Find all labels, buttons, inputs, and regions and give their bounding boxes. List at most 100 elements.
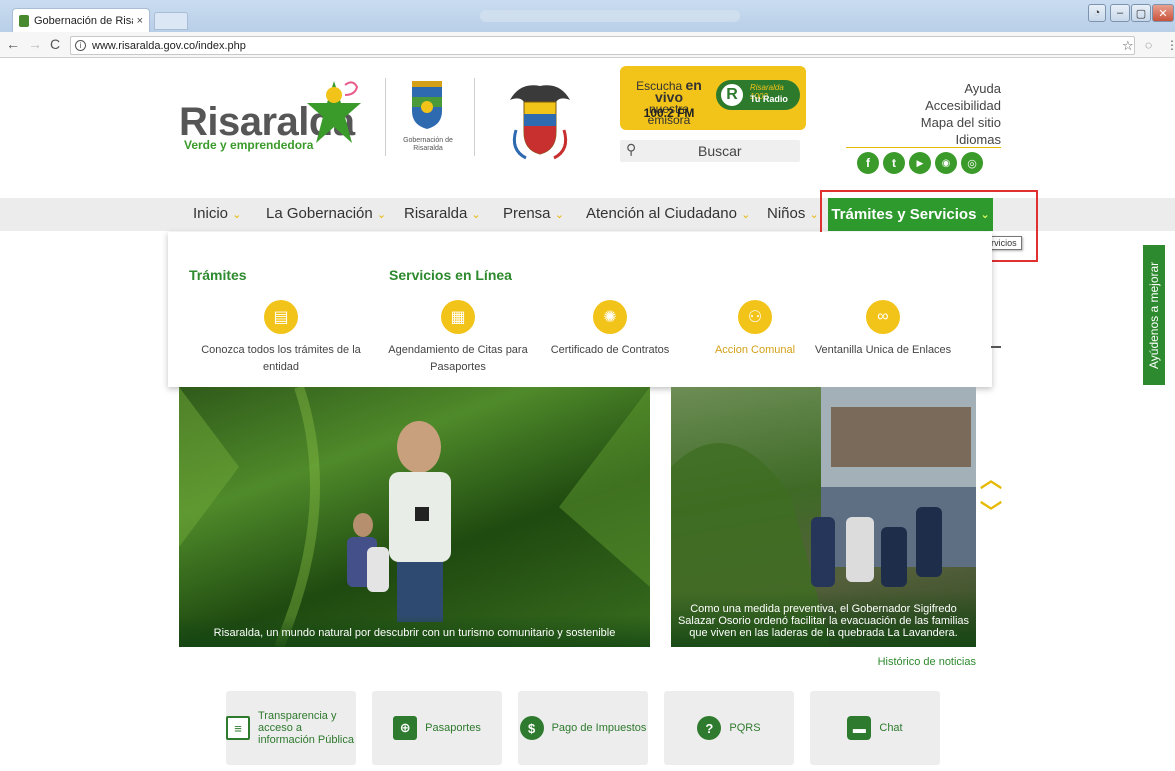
- menu-icon[interactable]: ⋮: [1166, 38, 1175, 52]
- sitemap-link[interactable]: Mapa del sitio: [921, 114, 1001, 131]
- tile-chat[interactable]: ▬ Chat: [810, 691, 940, 765]
- radio-banner[interactable]: Escucha en vivo nuestra emisora 100.2 FM…: [620, 66, 806, 130]
- minimize-button[interactable]: –: [1110, 4, 1130, 22]
- chevron-down-icon: ⌄: [232, 209, 242, 221]
- chevron-down-icon: ⌄: [376, 209, 387, 221]
- nav-atencion-al-ciudadano[interactable]: Atención al Ciudadano ⌄: [586, 205, 750, 222]
- bookmark-star-icon[interactable]: ☆: [1122, 38, 1134, 54]
- back-icon[interactable]: ←: [6, 36, 20, 52]
- nav-ninos[interactable]: Niños ⌄: [767, 205, 819, 222]
- chevron-down-icon: ⌄: [809, 209, 819, 221]
- radio-brand-tagline: Tu Radio: [750, 94, 788, 104]
- facebook-icon[interactable]: f: [857, 152, 879, 174]
- service-tramites-entidad[interactable]: ▤ Conozca todos los trámites de la entid…: [186, 300, 376, 376]
- tile-label: Pasaportes: [425, 722, 481, 734]
- nav-ninos-label: Niños: [767, 205, 806, 222]
- tile-label: PQRS: [729, 722, 761, 734]
- news-image-1[interactable]: Risaralda, un mundo natural por descubri…: [179, 387, 650, 647]
- tile-pago-impuestos[interactable]: $ Pago de Impuestos: [518, 691, 648, 765]
- forward-icon[interactable]: →: [28, 36, 42, 52]
- news-image-2[interactable]: Como una medida preventiva, el Gobernado…: [671, 387, 976, 647]
- dollar-icon: $: [519, 716, 544, 740]
- extension-icon[interactable]: ◌: [1145, 38, 1152, 52]
- logo-slogan: Verde y emprendedora: [184, 138, 314, 152]
- youtube-icon[interactable]: ▶: [909, 152, 931, 174]
- search-placeholder: Buscar: [698, 143, 742, 159]
- news-caption-1: Risaralda, un mundo natural por descubri…: [179, 615, 650, 647]
- nav-risaralda[interactable]: Risaralda ⌄: [404, 205, 481, 222]
- chevron-down-icon: ⌄: [554, 209, 564, 221]
- languages-link[interactable]: Idiomas: [921, 131, 1001, 148]
- user-icon[interactable]: ◔: [1088, 4, 1106, 22]
- mega-heading-servicios: Servicios en Línea: [389, 267, 512, 283]
- tab-close-icon[interactable]: ×: [137, 15, 143, 27]
- calendar-icon: ▦: [441, 300, 475, 334]
- utility-divider: [846, 147, 1001, 148]
- jungle-photo-1: [179, 387, 650, 647]
- nav-inicio-label: Inicio: [193, 205, 229, 222]
- twitter-icon[interactable]: t: [883, 152, 905, 174]
- news-caption-2: Como una medida preventiva, el Gobernado…: [671, 591, 976, 647]
- search-box[interactable]: ⚲ Buscar: [620, 140, 800, 162]
- maximize-button[interactable]: ▢: [1131, 4, 1151, 22]
- department-label: Gobernación de Risaralda: [403, 137, 453, 152]
- tile-pqrs[interactable]: ? PQRS: [664, 691, 794, 765]
- national-coat-of-arms-icon: [510, 85, 570, 160]
- nav-prensa[interactable]: Prensa ⌄: [503, 205, 564, 222]
- department-shield-icon: [412, 81, 442, 129]
- browser-tab[interactable]: Gobernación de Risaraldi ×: [12, 8, 150, 32]
- radio-r-icon: R: [718, 81, 746, 109]
- slider-dash: [991, 346, 1001, 348]
- logo-star-icon: [307, 81, 361, 143]
- radio-brand-badge: R Risaralda 1002 Tu Radio: [716, 80, 800, 110]
- question-icon: ?: [697, 716, 722, 740]
- new-tab-button[interactable]: [154, 12, 188, 30]
- chevron-down-icon: ⌄: [741, 209, 751, 221]
- favicon-icon: [19, 14, 29, 27]
- seal-icon: ✺: [593, 300, 627, 334]
- header-divider-2: [474, 78, 475, 156]
- chevron-down-icon: ⌄: [471, 209, 481, 221]
- tile-label: Transparencia y acceso a información Púb…: [258, 710, 354, 746]
- link-icon: ∞: [866, 300, 900, 334]
- document-icon: ≡: [226, 716, 250, 740]
- tile-label: Pago de Impuestos: [551, 722, 647, 734]
- reload-icon[interactable]: C: [50, 36, 60, 52]
- close-window-button[interactable]: ✕: [1152, 4, 1174, 22]
- help-link[interactable]: Ayuda: [921, 80, 1001, 97]
- nav-la-gobernacion[interactable]: La Gobernación ⌄: [266, 205, 386, 222]
- nav-inicio[interactable]: Inicio ⌄: [193, 205, 241, 222]
- info-icon[interactable]: i: [75, 40, 86, 51]
- chevron-up-icon[interactable]: ︿: [980, 462, 1002, 494]
- radio-frequency: 100.2 FM: [643, 106, 695, 120]
- window-title-blur: [480, 10, 740, 22]
- url-text: www.risaralda.gov.co/index.php: [92, 39, 246, 52]
- nav-la-gobernacion-label: La Gobernación: [266, 205, 373, 222]
- service-label: Conozca todos los trámites de la entidad: [201, 344, 361, 373]
- url-field[interactable]: i www.risaralda.gov.co/index.php: [70, 36, 1135, 55]
- instagram-icon[interactable]: ◎: [961, 152, 983, 174]
- header-divider: [385, 78, 386, 156]
- passport-icon: ⊕: [393, 716, 418, 740]
- rss-icon[interactable]: ◉: [935, 152, 957, 174]
- nav-risaralda-label: Risaralda: [404, 205, 468, 222]
- chevron-down-icon[interactable]: ﹀: [980, 495, 1002, 527]
- mega-heading-tramites: Trámites: [189, 267, 247, 283]
- tile-pasaportes[interactable]: ⊕ Pasaportes: [372, 691, 502, 765]
- search-icon[interactable]: ⚲: [626, 141, 636, 158]
- news-history-link[interactable]: Histórico de noticias: [878, 656, 976, 668]
- document-icon: ▤: [264, 300, 298, 334]
- tile-label: Chat: [879, 722, 903, 734]
- nav-prensa-label: Prensa: [503, 205, 551, 222]
- chat-icon: ▬: [847, 716, 872, 740]
- feedback-label: Ayúdenos a mejorar: [1147, 261, 1161, 369]
- service-label: Ventanilla Unica de Enlaces: [814, 344, 952, 356]
- nav-atencion-label: Atención al Ciudadano: [586, 205, 737, 222]
- feedback-tab[interactable]: Ayúdenos a mejorar: [1143, 245, 1165, 385]
- people-icon: ⚇: [738, 300, 772, 334]
- accessibility-link[interactable]: Accesibilidad: [921, 97, 1001, 114]
- tab-title: Gobernación de Risaraldi: [34, 14, 133, 27]
- tile-transparencia[interactable]: ≡ Transparencia y acceso a información P…: [226, 691, 356, 765]
- utility-links: Ayuda Accesibilidad Mapa del sitio Idiom…: [921, 80, 1001, 148]
- service-ventanilla-enlaces[interactable]: ∞ Ventanilla Unica de Enlaces: [788, 300, 978, 359]
